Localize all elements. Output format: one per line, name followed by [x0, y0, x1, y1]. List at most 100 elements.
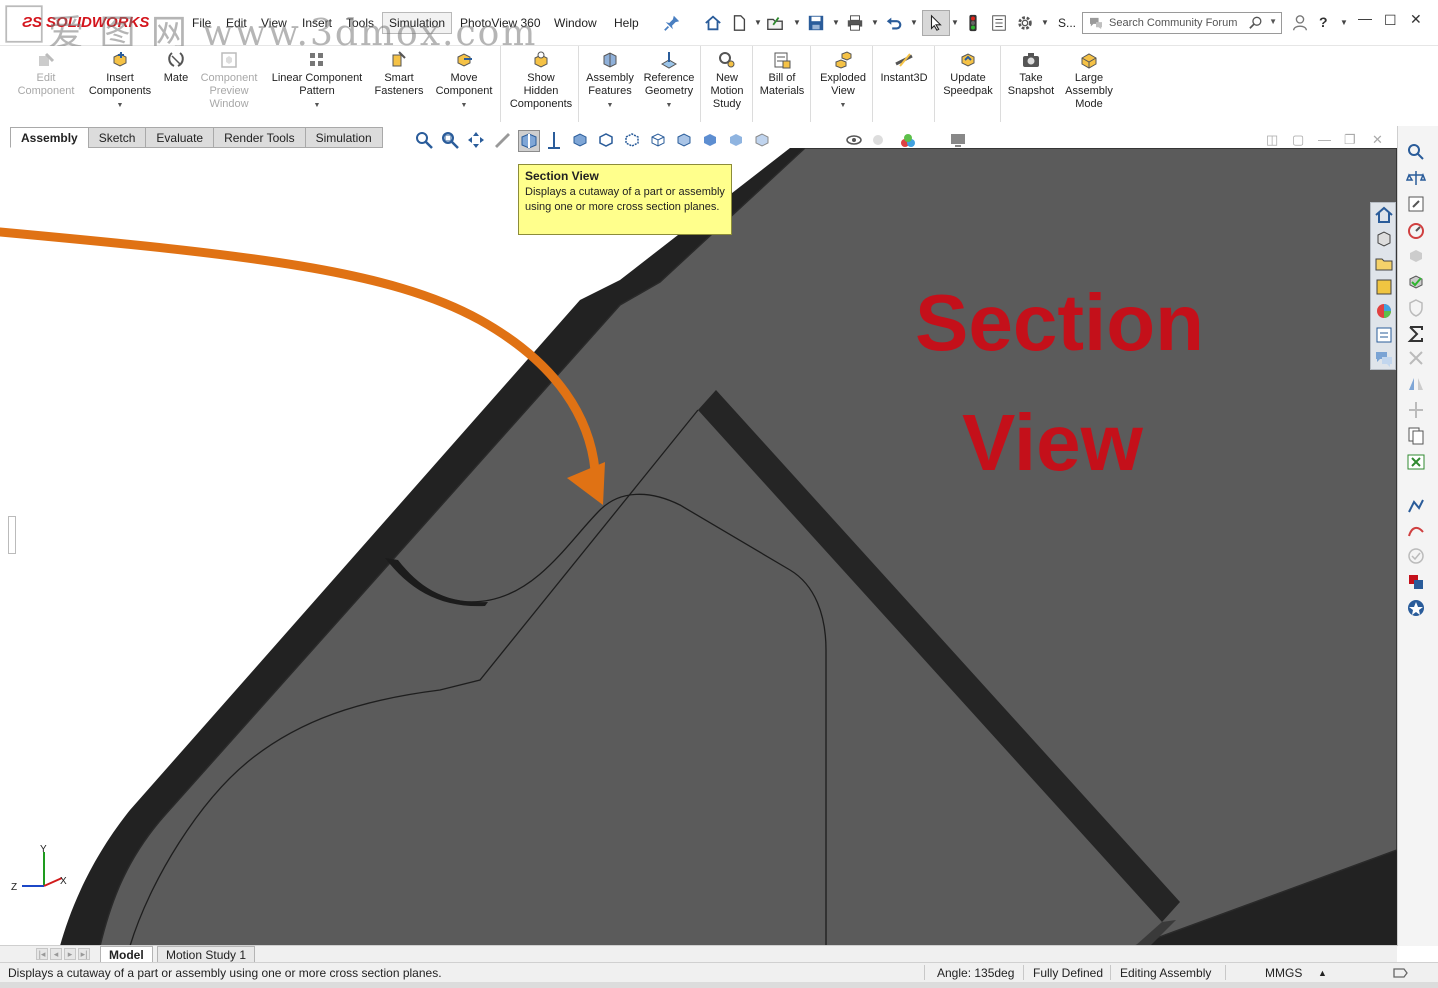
viewport-single-icon[interactable]: ▢ [1292, 132, 1304, 148]
menu-simulation[interactable]: Simulation [382, 12, 453, 34]
shaded-icon[interactable] [700, 130, 722, 152]
menu-edit[interactable]: Edit [226, 16, 247, 30]
menu-file[interactable]: File [192, 16, 211, 30]
new-document-icon[interactable] [728, 12, 750, 34]
ribbon-button-assembly-features[interactable]: Assembly Features ▼ [582, 50, 638, 112]
strip-home-icon[interactable] [1374, 205, 1394, 225]
menu-help[interactable]: Help [614, 16, 639, 30]
rebuild-traffic-light-icon[interactable] [962, 12, 984, 34]
close-window-icon[interactable]: ✕ [1410, 11, 1422, 28]
menu-insert[interactable]: Insert [302, 16, 332, 30]
ribbon-button-exploded-view[interactable]: Exploded View ▼ [814, 50, 872, 112]
file-properties-icon[interactable] [988, 12, 1010, 34]
strip-forum-icon[interactable] [1374, 349, 1394, 369]
strip-file-explorer-icon[interactable] [1374, 253, 1394, 273]
viewport-restore-icon[interactable]: ❐ [1344, 132, 1356, 148]
sum-icon[interactable] [1406, 324, 1428, 346]
options-caret-icon[interactable]: ▼ [1041, 18, 1049, 27]
tab-motion-study-1[interactable]: Motion Study 1 [157, 946, 256, 963]
home-icon[interactable] [702, 12, 724, 34]
help-star-icon[interactable] [1406, 598, 1428, 620]
solidworks-resources-icon[interactable] [1406, 142, 1428, 164]
status-tag-icon[interactable] [1392, 965, 1408, 981]
check-circle-icon[interactable] [1406, 546, 1428, 568]
select-tool[interactable] [922, 10, 950, 36]
view-orientation-icon[interactable] [544, 130, 566, 152]
model-scene[interactable] [0, 148, 1397, 946]
previous-view-icon[interactable] [466, 130, 488, 152]
feature-manager-expand-handle[interactable] [8, 516, 16, 554]
open-icon[interactable] [764, 12, 786, 34]
prev-tab-arrow-icon[interactable]: ◂ [50, 948, 62, 960]
strip-appearances-icon[interactable] [1374, 301, 1394, 321]
ribbon-button-reference-geometry[interactable]: Reference Geometry ▼ [640, 50, 698, 112]
maximize-window-icon[interactable]: ☐ [1384, 12, 1397, 29]
truncated-toolbar-label[interactable]: S... [1058, 16, 1076, 30]
color-swatch-icon[interactable] [1406, 572, 1428, 594]
design-library-icon[interactable] [1406, 194, 1428, 216]
document-compare-icon[interactable] [1406, 426, 1428, 448]
menu-view[interactable]: View [261, 16, 287, 30]
zoom-to-area-icon[interactable] [440, 130, 462, 152]
search-caret-icon[interactable]: ▼ [1269, 17, 1277, 26]
unit-system-caret-icon[interactable]: ▲ [1318, 968, 1327, 978]
ribbon-button-show-hidden[interactable]: Show Hidden Components [504, 50, 578, 111]
ribbon-button-insert-components[interactable]: Insert Components ▼ [84, 50, 156, 112]
tab-assembly[interactable]: Assembly [10, 127, 89, 148]
hide-show-items-icon[interactable] [844, 130, 866, 152]
first-tab-arrow-icon[interactable]: |◂ [36, 948, 48, 960]
next-tab-arrow-icon[interactable]: ▸ [64, 948, 76, 960]
axes-icon[interactable] [1406, 348, 1428, 370]
options-gear-icon[interactable] [1014, 12, 1036, 34]
dropdown-caret-icon[interactable]: ▼ [640, 99, 698, 112]
dropdown-caret-icon[interactable]: ▼ [814, 99, 872, 112]
ribbon-button-speedpak[interactable]: Update Speedpak [940, 50, 996, 98]
save-caret-icon[interactable]: ▼ [832, 18, 840, 27]
new-caret-icon[interactable]: ▼ [754, 18, 762, 27]
check-icon[interactable] [1406, 272, 1428, 294]
tab-model[interactable]: Model [100, 946, 153, 963]
last-tab-arrow-icon[interactable]: ▸| [78, 948, 90, 960]
ribbon-button-smart-fasteners[interactable]: Smart Fasteners [372, 50, 426, 98]
ribbon-button-snapshot[interactable]: Take Snapshot [1004, 50, 1058, 98]
mirror-icon[interactable] [1406, 374, 1428, 396]
ribbon-button-mate[interactable]: Mate [158, 50, 194, 85]
motion-icon[interactable] [1406, 496, 1428, 518]
unit-system-selector[interactable]: MMGS [1265, 966, 1302, 980]
open-caret-icon[interactable]: ▼ [793, 18, 801, 27]
viewport-split-icon[interactable]: ◫ [1266, 132, 1278, 148]
wireframe-icon[interactable] [648, 130, 670, 152]
graphics-area[interactable]: Section View [0, 148, 1397, 946]
draft-quality-icon[interactable] [726, 130, 748, 152]
shield-check-icon[interactable] [1406, 298, 1428, 320]
mass-properties-icon[interactable] [1405, 168, 1428, 190]
ribbon-button-linear-pattern[interactable]: Linear Component Pattern ▼ [266, 50, 368, 112]
speedometer-icon[interactable] [1406, 220, 1428, 242]
minimize-window-icon[interactable]: — [1358, 10, 1372, 26]
edit-appearance-icon[interactable] [868, 130, 890, 152]
print-caret-icon[interactable]: ▼ [871, 18, 879, 27]
search-community-input[interactable]: Search Community Forum ▼ [1082, 12, 1282, 34]
print-icon[interactable] [844, 12, 866, 34]
apply-scene-icon[interactable] [898, 130, 920, 152]
zoom-to-fit-icon[interactable] [414, 130, 436, 152]
interference-icon[interactable] [1406, 246, 1428, 268]
help-caret-icon[interactable]: ▼ [1340, 18, 1348, 27]
ribbon-button-instant3d[interactable]: Instant3D [876, 50, 932, 85]
viewport-minimize-icon[interactable]: — [1318, 132, 1331, 147]
menu-window[interactable]: Window [554, 16, 597, 30]
strip-view-palette-icon[interactable] [1374, 277, 1394, 297]
dynamic-annotation-icon[interactable] [492, 130, 514, 152]
save-icon[interactable] [805, 12, 827, 34]
dropdown-caret-icon[interactable]: ▼ [430, 99, 498, 112]
split-icon[interactable] [1406, 400, 1428, 422]
strip-parts-icon[interactable] [1374, 229, 1394, 249]
viewport-close-icon[interactable]: ✕ [1372, 132, 1383, 148]
ribbon-button-component-preview[interactable]: Component Preview Window [196, 50, 262, 111]
pin-icon[interactable] [661, 12, 683, 34]
help-icon[interactable]: ? [1319, 14, 1328, 30]
shaded-edges-icon[interactable] [674, 130, 696, 152]
select-caret-icon[interactable]: ▼ [951, 18, 959, 27]
view-settings-icon[interactable] [948, 130, 970, 152]
tab-simulation[interactable]: Simulation [304, 127, 383, 148]
